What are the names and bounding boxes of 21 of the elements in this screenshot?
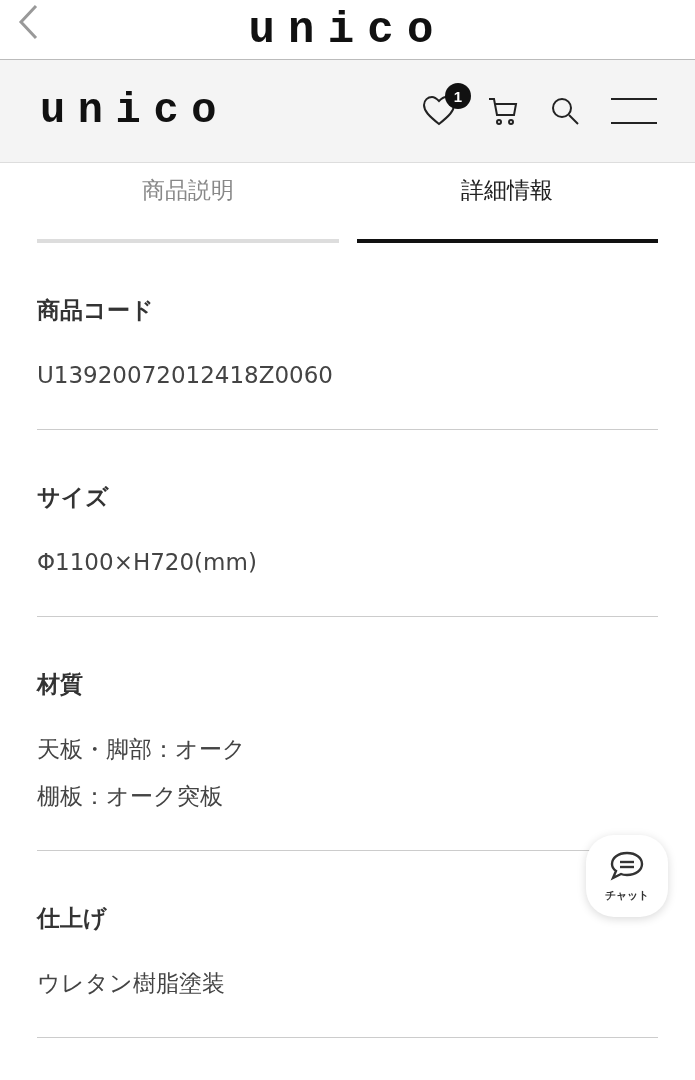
favorites-button[interactable]: 1 [421,83,471,127]
tab[interactable]: 商品説明 [37,163,339,243]
spec-value: ウレタン樹脂塗装 [37,969,225,998]
search-icon[interactable] [549,95,581,127]
spec-value: 天板・脚部：オーク [37,735,246,764]
spec-value: 棚板：オーク突板 [37,782,223,811]
spec-value: U13920072012418Z0060 [37,361,333,390]
menu-icon[interactable] [611,97,657,125]
logo[interactable]: unico [40,87,230,135]
cart-icon[interactable] [487,95,519,127]
spec-label: 材質 [37,670,84,699]
speech-bubble-icon [609,849,645,882]
back-icon[interactable] [16,2,40,42]
spec-label: 商品コード [37,296,155,325]
spec-label: 仕上げ [37,904,108,933]
tab[interactable]: 詳細情報 [356,163,658,243]
site-title: unico [248,4,447,55]
chat-button[interactable]: チャット [586,835,668,917]
spec-value: Φ1100×H720(mm) [37,548,257,577]
spec-label: サイズ [37,483,110,512]
favorites-count-badge: 1 [445,83,471,109]
